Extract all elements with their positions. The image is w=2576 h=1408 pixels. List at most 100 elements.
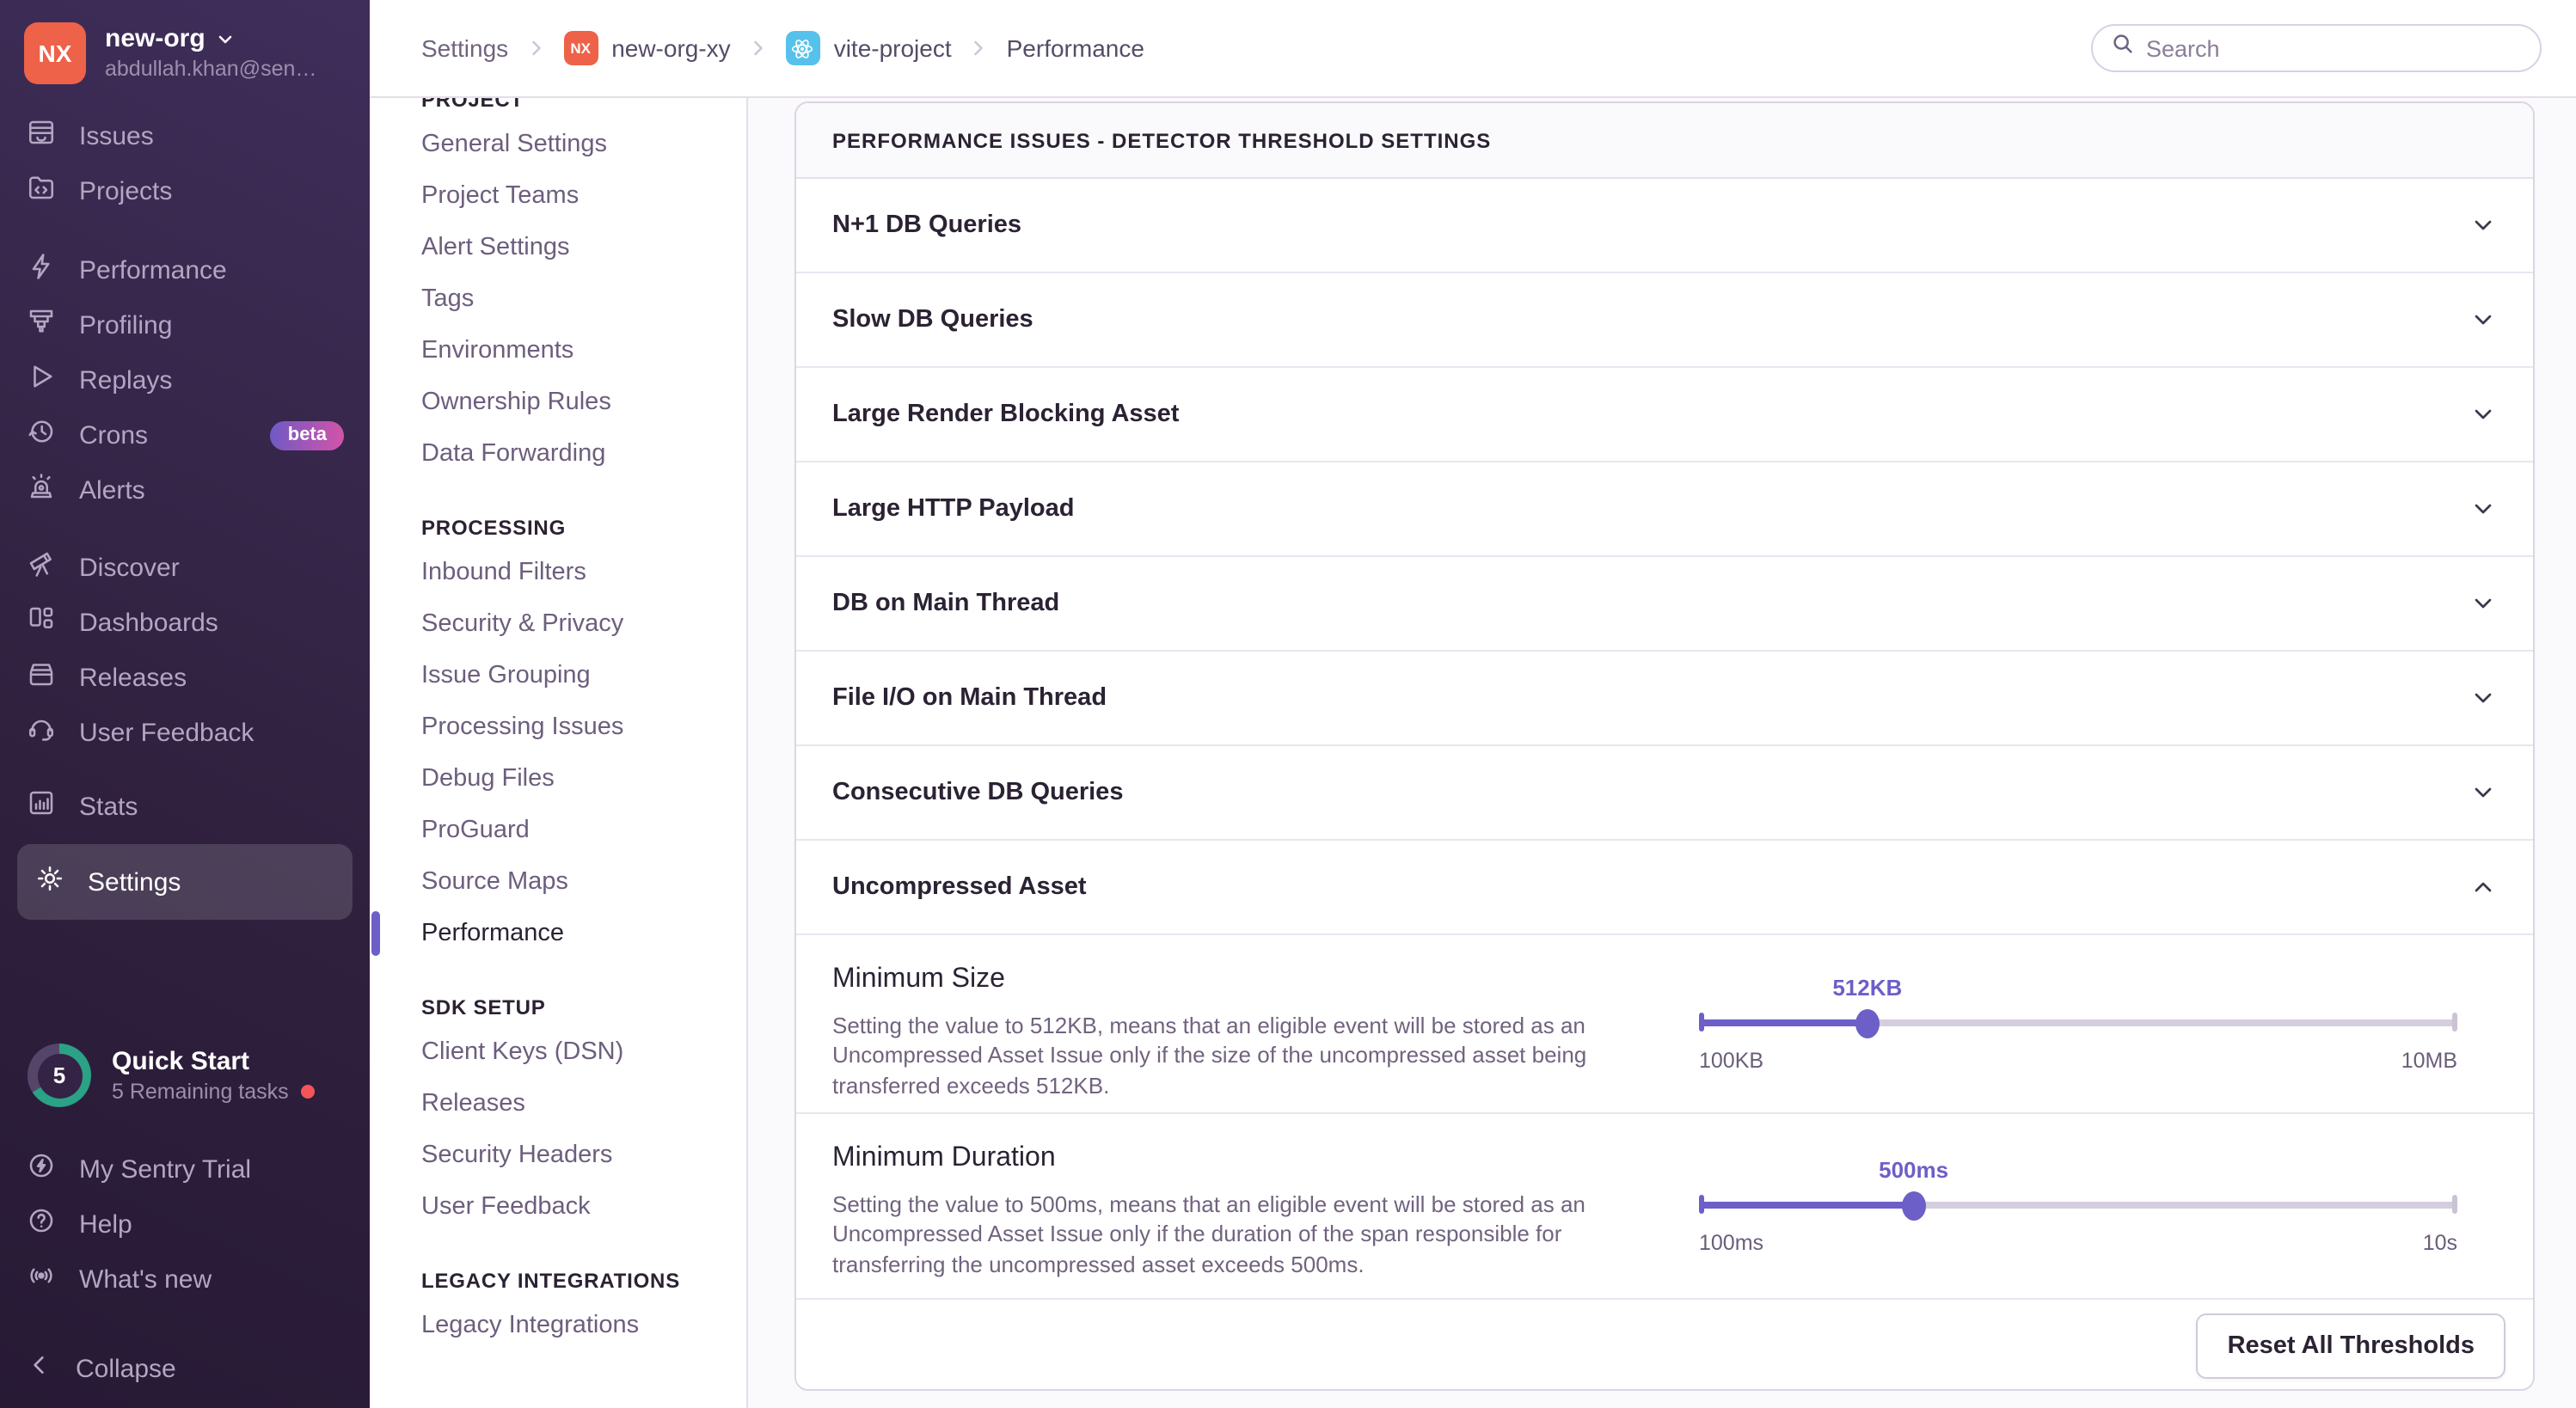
- sidebar-item-label: Settings: [88, 867, 181, 897]
- sidebar-item-profiling[interactable]: Profiling: [0, 297, 370, 352]
- slider-handle[interactable]: [1902, 1191, 1926, 1220]
- settings-nav-processing-issues[interactable]: Processing Issues: [421, 701, 746, 753]
- settings-nav-inbound-filters[interactable]: Inbound Filters: [421, 547, 746, 598]
- settings-nav-security-headers[interactable]: Security Headers: [421, 1129, 746, 1181]
- panel-header: PERFORMANCE ISSUES - DETECTOR THRESHOLD …: [796, 103, 2533, 179]
- chevron-down-icon[interactable]: [2469, 306, 2497, 334]
- sidebar-item-label: Help: [79, 1209, 132, 1239]
- chevron-down-icon[interactable]: [2469, 684, 2497, 712]
- minimum-duration-setting-row: Minimum Duration Setting the value to 50…: [796, 1114, 2533, 1300]
- issues-icon: [26, 117, 57, 155]
- sidebar-item-my-sentry-trial[interactable]: My Sentry Trial: [0, 1142, 370, 1197]
- slider-track[interactable]: [1699, 1019, 2457, 1025]
- notification-dot: [301, 1084, 315, 1098]
- quick-start-count: 5: [37, 1053, 82, 1098]
- accordion-row-n1-db-queries[interactable]: N+1 DB Queries: [796, 179, 2533, 273]
- chevron-up-icon[interactable]: [2469, 873, 2497, 901]
- chevron-down-icon[interactable]: [2469, 779, 2497, 806]
- chevron-down-icon[interactable]: [2469, 401, 2497, 428]
- minimum-duration-slider: 500ms 100ms 10s: [1699, 1156, 2457, 1256]
- chevron-down-icon[interactable]: [2469, 495, 2497, 523]
- settings-nav-proguard[interactable]: ProGuard: [421, 805, 746, 856]
- slider-value-label: 512KB: [1832, 974, 1902, 1000]
- slider-min-label: 100KB: [1699, 1048, 1763, 1072]
- accordion-row-db-on-main-thread[interactable]: DB on Main Thread: [796, 557, 2533, 652]
- org-switcher[interactable]: NX new-org abdullah.khan@sen…: [0, 0, 370, 84]
- accordion-row-consecutive-db-queries[interactable]: Consecutive DB Queries: [796, 746, 2533, 841]
- slider-handle[interactable]: [1855, 1008, 1880, 1038]
- minimum-duration-title: Minimum Duration: [832, 1143, 1639, 1174]
- sidebar-item-label: Replays: [79, 365, 172, 395]
- settings-nav-environments[interactable]: Environments: [421, 325, 746, 376]
- headset-icon: [26, 713, 57, 751]
- chevron-right-icon: [746, 36, 770, 60]
- panel-footer: Reset All Thresholds: [796, 1300, 2533, 1391]
- sidebar-item-label: My Sentry Trial: [79, 1154, 251, 1184]
- section-header-legacy-integrations: LEGACY INTEGRATIONS: [421, 1262, 746, 1300]
- play-icon: [26, 361, 57, 399]
- sidebar-item-whats-new[interactable]: What's new: [0, 1252, 370, 1307]
- breadcrumb-project[interactable]: vite-project: [786, 31, 952, 65]
- quick-start-title: Quick Start: [112, 1046, 315, 1077]
- minimum-duration-description: Setting the value to 500ms, means that a…: [832, 1190, 1610, 1279]
- sidebar-item-stats[interactable]: Stats: [0, 779, 370, 834]
- settings-nav-performance-active[interactable]: Performance: [421, 908, 746, 959]
- sidebar-item-settings-active[interactable]: Settings: [17, 844, 353, 920]
- settings-nav-issue-grouping[interactable]: Issue Grouping: [421, 650, 746, 701]
- reset-all-thresholds-button[interactable]: Reset All Thresholds: [2197, 1313, 2505, 1379]
- settings-nav-project-teams[interactable]: Project Teams: [421, 170, 746, 222]
- chevron-right-icon: [967, 36, 991, 60]
- sidebar-item-help[interactable]: Help: [0, 1197, 370, 1252]
- accordion-row-file-io-on-main-thread[interactable]: File I/O on Main Thread: [796, 652, 2533, 746]
- settings-nav-data-forwarding[interactable]: Data Forwarding: [421, 428, 746, 480]
- settings-nav-user-feedback[interactable]: User Feedback: [421, 1181, 746, 1233]
- chevron-down-icon[interactable]: [2469, 590, 2497, 617]
- settings-nav-general-settings[interactable]: General Settings: [421, 119, 746, 170]
- sidebar-item-projects[interactable]: Projects: [0, 163, 370, 218]
- sidebar-item-label: Alerts: [79, 475, 145, 505]
- lightning-icon: [26, 251, 57, 289]
- chevron-right-icon: [524, 36, 548, 60]
- sidebar-item-alerts[interactable]: Alerts: [0, 462, 370, 517]
- sidebar-item-crons[interactable]: Crons beta: [0, 407, 370, 462]
- minimum-size-setting-row: Minimum Size Setting the value to 512KB,…: [796, 935, 2533, 1114]
- settings-nav-client-keys[interactable]: Client Keys (DSN): [421, 1026, 746, 1078]
- sidebar-item-replays[interactable]: Replays: [0, 352, 370, 407]
- settings-nav-ownership-rules[interactable]: Ownership Rules: [421, 376, 746, 428]
- sidebar-collapse-button[interactable]: Collapse: [0, 1341, 370, 1396]
- accordion-row-uncompressed-asset-expanded[interactable]: Uncompressed Asset: [796, 841, 2533, 935]
- slider-track[interactable]: [1699, 1201, 2457, 1208]
- sidebar-item-issues[interactable]: Issues: [0, 108, 370, 163]
- main-content: PERFORMANCE ISSUES - DETECTOR THRESHOLD …: [748, 98, 2576, 1408]
- settings-nav-legacy-integrations[interactable]: Legacy Integrations: [421, 1300, 746, 1351]
- sidebar-item-performance[interactable]: Performance: [0, 242, 370, 297]
- sidebar-item-label: Projects: [79, 176, 172, 205]
- settings-nav-debug-files[interactable]: Debug Files: [421, 753, 746, 805]
- sidebar-item-user-feedback[interactable]: User Feedback: [0, 705, 370, 760]
- quick-start-widget[interactable]: 5 Quick Start 5 Remaining tasks: [0, 1044, 370, 1107]
- sidebar-item-label: Stats: [79, 792, 138, 821]
- breadcrumb-settings[interactable]: Settings: [421, 34, 508, 62]
- settings-nav-releases[interactable]: Releases: [421, 1078, 746, 1129]
- accordion-row-large-http-payload[interactable]: Large HTTP Payload: [796, 462, 2533, 557]
- chevron-down-icon: [216, 28, 236, 49]
- breadcrumb: Settings NX new-org-xy vite-project Perf…: [421, 31, 1144, 65]
- sidebar-item-releases[interactable]: Releases: [0, 650, 370, 705]
- broadcast-icon: [26, 1260, 57, 1298]
- clock-history-icon: [26, 416, 57, 454]
- accordion-row-large-render-blocking-asset[interactable]: Large Render Blocking Asset: [796, 368, 2533, 462]
- accordion-row-slow-db-queries[interactable]: Slow DB Queries: [796, 273, 2533, 368]
- org-avatar-small: NX: [563, 31, 598, 65]
- settings-nav-security-privacy[interactable]: Security & Privacy: [421, 598, 746, 650]
- search-box[interactable]: [2091, 24, 2542, 72]
- settings-nav-alert-settings[interactable]: Alert Settings: [421, 222, 746, 273]
- search-input[interactable]: [2146, 35, 2523, 61]
- breadcrumb-page[interactable]: Performance: [1007, 34, 1144, 62]
- minimum-size-description: Setting the value to 512KB, means that a…: [832, 1011, 1610, 1100]
- settings-nav-source-maps[interactable]: Source Maps: [421, 856, 746, 908]
- sidebar-item-discover[interactable]: Discover: [0, 540, 370, 595]
- breadcrumb-org[interactable]: NX new-org-xy: [563, 31, 731, 65]
- sidebar-item-dashboards[interactable]: Dashboards: [0, 595, 370, 650]
- settings-nav-tags[interactable]: Tags: [421, 273, 746, 325]
- chevron-down-icon[interactable]: [2469, 211, 2497, 239]
